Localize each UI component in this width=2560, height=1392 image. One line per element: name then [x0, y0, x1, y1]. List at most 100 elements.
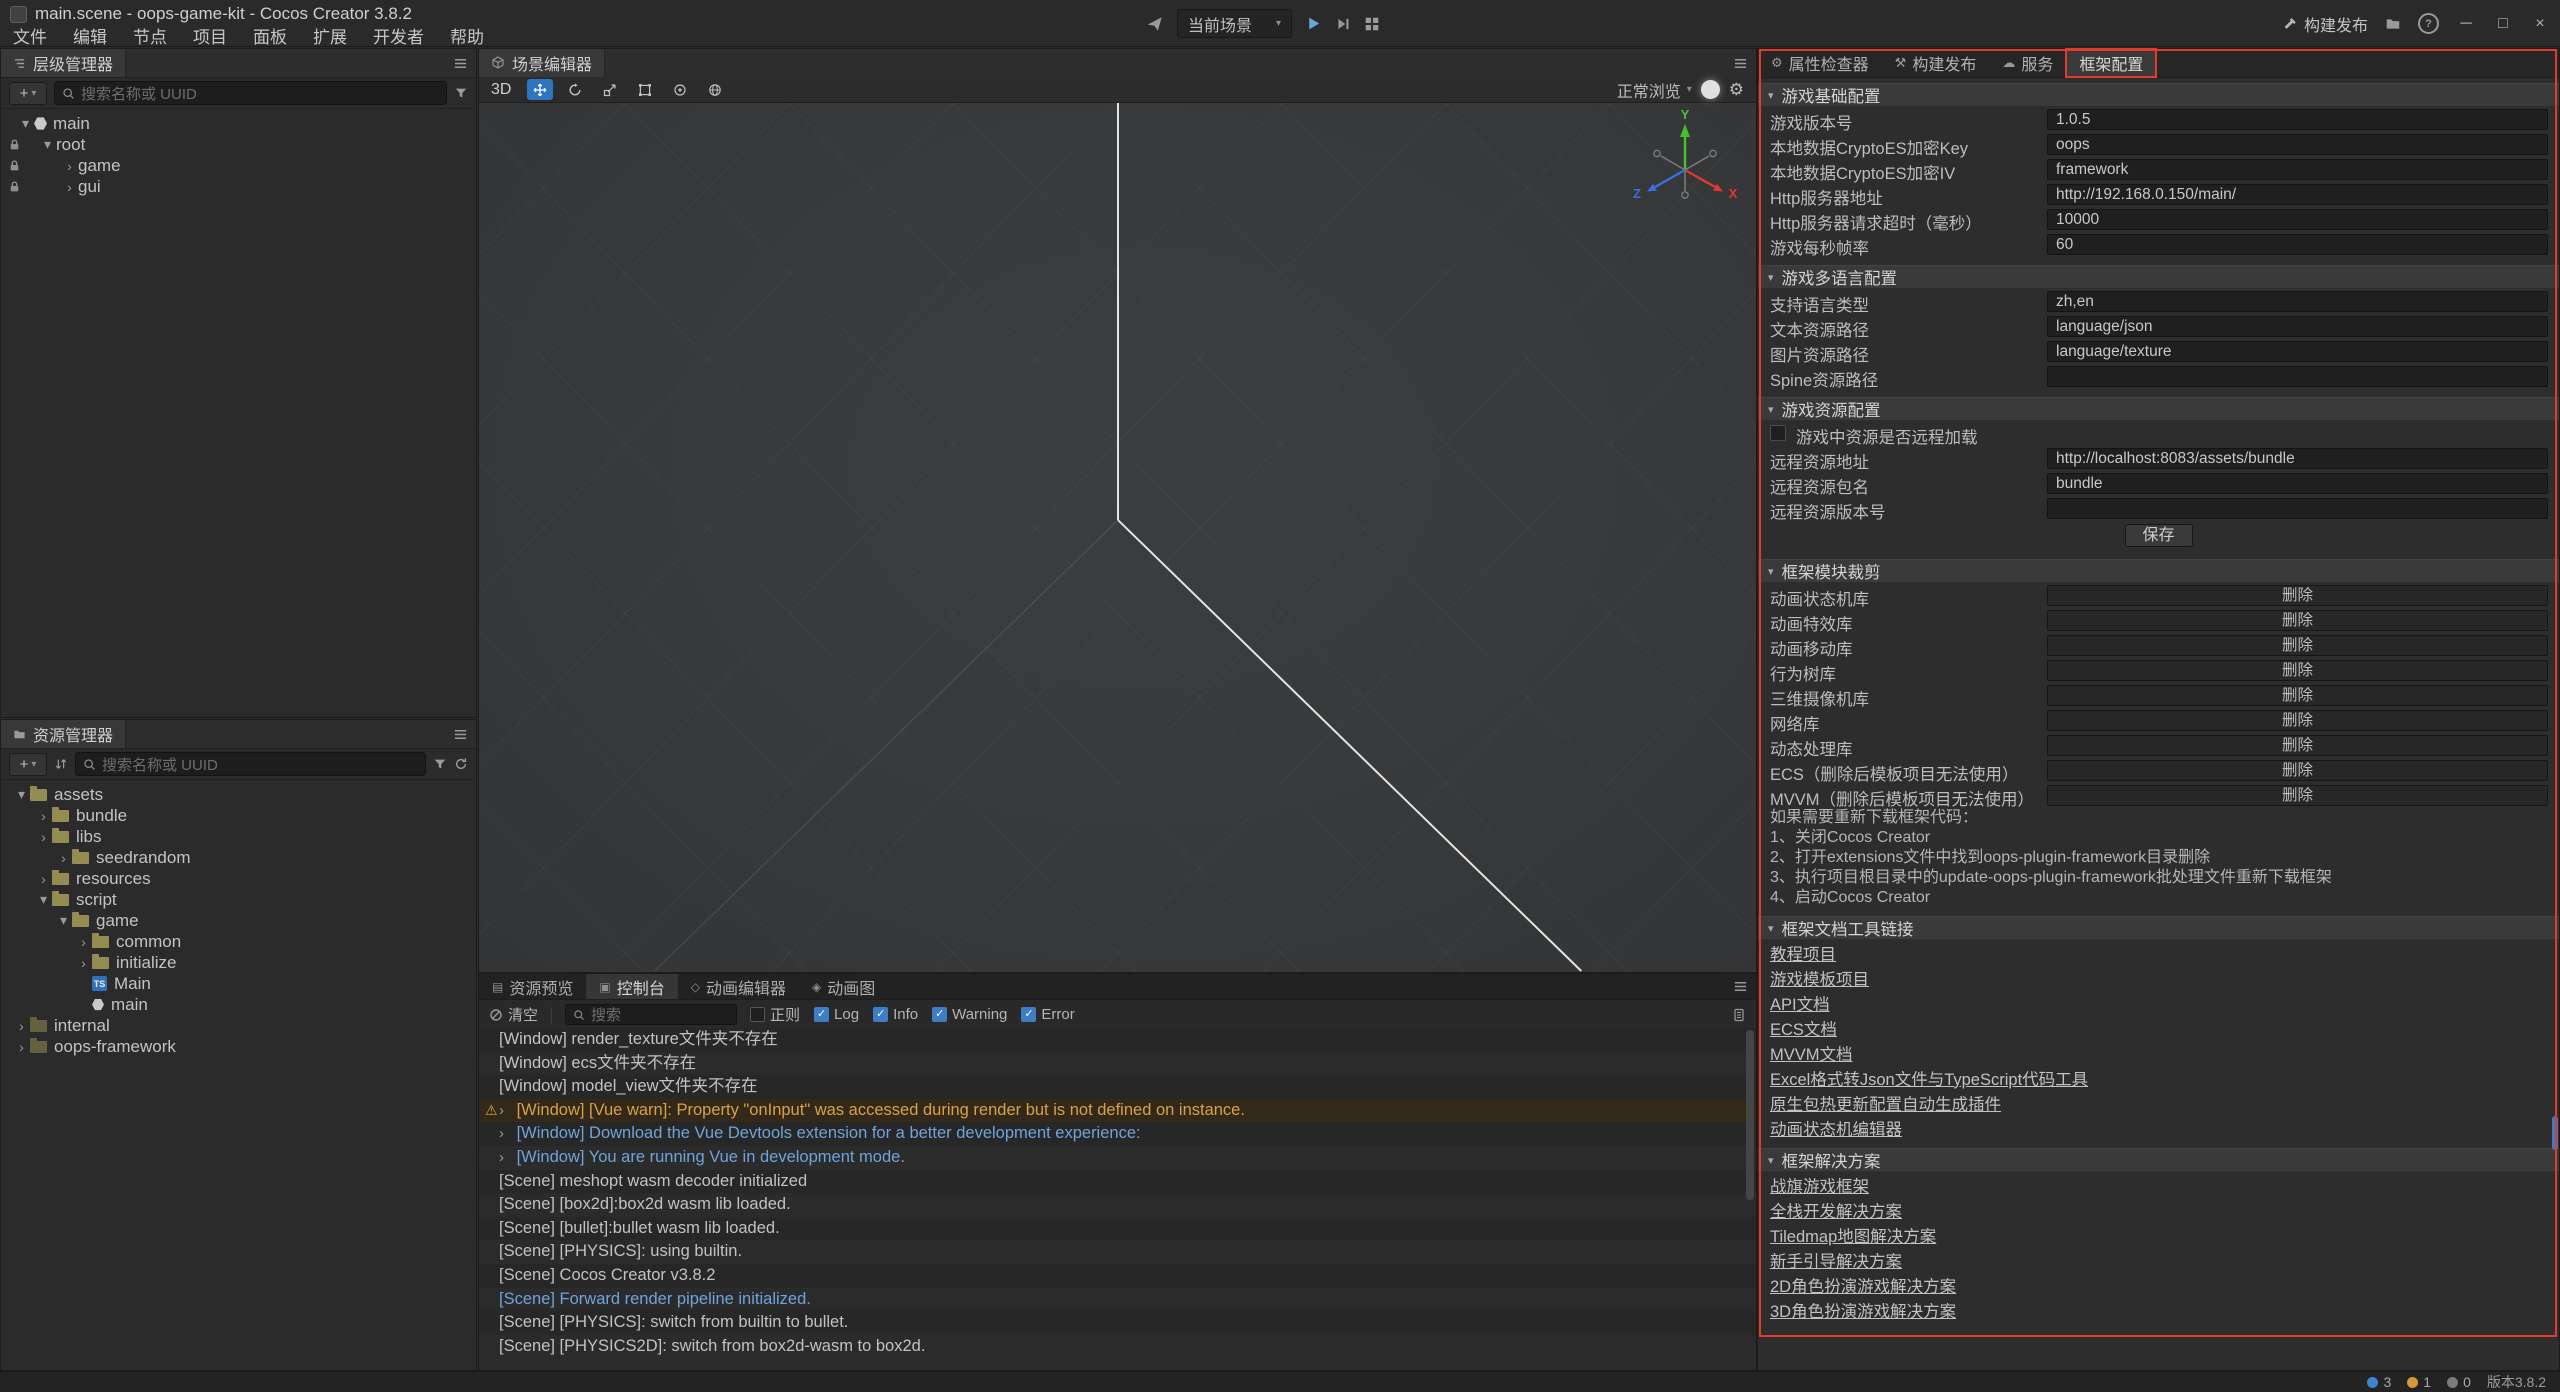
- asset-item[interactable]: › internal: [1, 1015, 476, 1036]
- scale-tool-button[interactable]: [597, 79, 623, 100]
- log-entry[interactable]: [Scene] Cocos Creator v3.8.2: [479, 1264, 1756, 1288]
- log-entry[interactable]: [Window] ecs文件夹不存在: [479, 1052, 1756, 1076]
- refresh-icon[interactable]: [454, 757, 468, 771]
- expand-arrow-icon[interactable]: ›: [499, 1102, 504, 1119]
- field-input[interactable]: http://localhost:8083/assets/bundle: [2047, 448, 2548, 469]
- expand-arrow-icon[interactable]: ›: [499, 1149, 504, 1166]
- inspector-scrollbar[interactable]: [2552, 1116, 2558, 1150]
- checkbox-icon[interactable]: [1770, 425, 1786, 441]
- solution-link[interactable]: 战旗游戏框架: [1770, 1173, 1869, 1197]
- pivot-tool-button[interactable]: [667, 79, 693, 100]
- light-toggle-icon[interactable]: [1701, 80, 1720, 99]
- filter-icon[interactable]: [454, 86, 468, 100]
- menu-item[interactable]: 扩展: [300, 23, 360, 48]
- section-header-solutions[interactable]: ▾ 框架解决方案: [1758, 1148, 2559, 1172]
- log-entry[interactable]: [Window] render_texture文件夹不存在: [479, 1028, 1756, 1052]
- 3d-mode-button[interactable]: 3D: [491, 81, 511, 99]
- build-publish-button[interactable]: 构建发布: [2282, 12, 2368, 36]
- expand-arrow-icon[interactable]: ▾: [13, 786, 30, 803]
- log-filter-checkbox[interactable]: Info: [873, 1006, 918, 1023]
- log-entry[interactable]: [Scene] [bullet]:bullet wasm lib loaded.: [479, 1217, 1756, 1241]
- field-input[interactable]: 1.0.5: [2047, 109, 2548, 130]
- help-icon[interactable]: ?: [2418, 13, 2439, 34]
- menu-item[interactable]: 编辑: [60, 23, 120, 48]
- sort-icon[interactable]: [54, 757, 68, 771]
- expand-arrow-icon[interactable]: ›: [499, 1125, 504, 1142]
- add-asset-button[interactable]: +▾: [9, 753, 47, 776]
- doc-link[interactable]: Excel格式转Json文件与TypeScript代码工具: [1770, 1066, 2088, 1090]
- delete-module-button[interactable]: 删除: [2047, 610, 2548, 631]
- hierarchy-tab[interactable]: 层级管理器: [1, 49, 126, 77]
- message-count[interactable]: 0: [2447, 1374, 2471, 1390]
- asset-item[interactable]: Main: [1, 973, 476, 994]
- field-input[interactable]: bundle: [2047, 473, 2548, 494]
- doc-link[interactable]: API文档: [1770, 991, 1830, 1015]
- asset-item[interactable]: › oops-framework: [1, 1036, 476, 1057]
- move-tool-button[interactable]: [527, 79, 553, 100]
- console-tab[interactable]: ▣ 控制台: [586, 974, 677, 999]
- hamburger-menu-icon[interactable]: [1733, 56, 1748, 71]
- section-header-i18n[interactable]: ▾ 游戏多语言配置: [1758, 265, 2559, 289]
- folder-icon[interactable]: [2385, 16, 2401, 32]
- asset-item[interactable]: › seedrandom: [1, 847, 476, 868]
- inspector-tab[interactable]: ⚒ 构建发布: [1882, 49, 1990, 77]
- menu-item[interactable]: 面板: [240, 23, 300, 48]
- section-header-resource[interactable]: ▾ 游戏资源配置: [1758, 397, 2559, 421]
- minimize-button[interactable]: ─: [2456, 15, 2476, 33]
- doc-link[interactable]: 游戏模板项目: [1770, 966, 1869, 990]
- doc-link[interactable]: ECS文档: [1770, 1016, 1837, 1040]
- delete-module-button[interactable]: 删除: [2047, 760, 2548, 781]
- console-tab[interactable]: ▤ 资源预览: [479, 974, 586, 999]
- filter-icon[interactable]: [433, 757, 447, 771]
- log-entry[interactable]: [Scene] Forward render pipeline initiali…: [479, 1288, 1756, 1312]
- console-search-input[interactable]: 搜索: [565, 1004, 737, 1025]
- inspector-tab[interactable]: ☁ 服务: [1989, 49, 2066, 77]
- inspector-tab[interactable]: ⚙ 属性检查器: [1758, 49, 1882, 77]
- asset-item[interactable]: › initialize: [1, 952, 476, 973]
- layout-icon[interactable]: [1364, 16, 1380, 32]
- doc-link[interactable]: MVVM文档: [1770, 1041, 1853, 1065]
- console-tab[interactable]: ◇ 动画编辑器: [678, 974, 799, 999]
- log-filter-checkbox[interactable]: Warning: [932, 1006, 1007, 1023]
- delete-module-button[interactable]: 删除: [2047, 685, 2548, 706]
- add-node-button[interactable]: +▾: [9, 82, 47, 105]
- log-entry[interactable]: › [Window] Download the Vue Devtools ext…: [479, 1122, 1756, 1146]
- rotate-tool-button[interactable]: [562, 79, 588, 100]
- field-input[interactable]: http://192.168.0.150/main/: [2047, 184, 2548, 205]
- delete-module-button[interactable]: 删除: [2047, 635, 2548, 656]
- console-scrollbar[interactable]: [1746, 1030, 1754, 1200]
- hierarchy-item[interactable]: › game: [1, 155, 476, 176]
- log-entry[interactable]: [Scene] [box2d]:box2d wasm lib loaded.: [479, 1193, 1756, 1217]
- clear-console-button[interactable]: 清空: [489, 1004, 538, 1025]
- hierarchy-search-input[interactable]: 搜索名称或 UUID: [54, 81, 447, 105]
- log-entry[interactable]: [Scene] [PHYSICS]: using builtin.: [479, 1240, 1756, 1264]
- coordinate-tool-button[interactable]: [702, 79, 728, 100]
- assets-tab[interactable]: 资源管理器: [1, 720, 126, 748]
- solution-link[interactable]: 2D角色扮演游戏解决方案: [1770, 1273, 1956, 1297]
- field-input[interactable]: [2047, 498, 2548, 519]
- solution-link[interactable]: 新手引导解决方案: [1770, 1248, 1902, 1272]
- expand-arrow-icon[interactable]: ›: [61, 158, 78, 174]
- delete-module-button[interactable]: 删除: [2047, 585, 2548, 606]
- asset-item[interactable]: main: [1, 994, 476, 1015]
- section-header-modules[interactable]: ▾ 框架模块裁剪: [1758, 559, 2559, 583]
- asset-item[interactable]: ▾ assets: [1, 784, 476, 805]
- field-input[interactable]: language/json: [2047, 316, 2548, 337]
- menu-item[interactable]: 开发者: [360, 23, 437, 48]
- delete-module-button[interactable]: 删除: [2047, 710, 2548, 731]
- log-entry[interactable]: › [Window] [Vue warn]: Property "onInput…: [479, 1099, 1756, 1123]
- asset-item[interactable]: ▾ script: [1, 889, 476, 910]
- gear-icon[interactable]: ⚙: [1729, 80, 1744, 100]
- doc-link[interactable]: 原生包热更新配置自动生成插件: [1770, 1091, 2001, 1115]
- expand-arrow-icon[interactable]: ▾: [55, 912, 72, 929]
- hamburger-menu-icon[interactable]: [453, 727, 468, 742]
- field-input[interactable]: oops: [2047, 134, 2548, 155]
- expand-arrow-icon[interactable]: ›: [13, 1039, 30, 1055]
- solution-link[interactable]: 全栈开发解决方案: [1770, 1198, 1902, 1222]
- export-log-icon[interactable]: [1732, 1008, 1746, 1022]
- expand-arrow-icon[interactable]: ▾: [39, 136, 56, 153]
- doc-link[interactable]: 教程项目: [1770, 941, 1836, 965]
- menu-item[interactable]: 节点: [120, 23, 180, 48]
- delete-module-button[interactable]: 删除: [2047, 785, 2548, 806]
- menu-item[interactable]: 文件: [0, 23, 60, 48]
